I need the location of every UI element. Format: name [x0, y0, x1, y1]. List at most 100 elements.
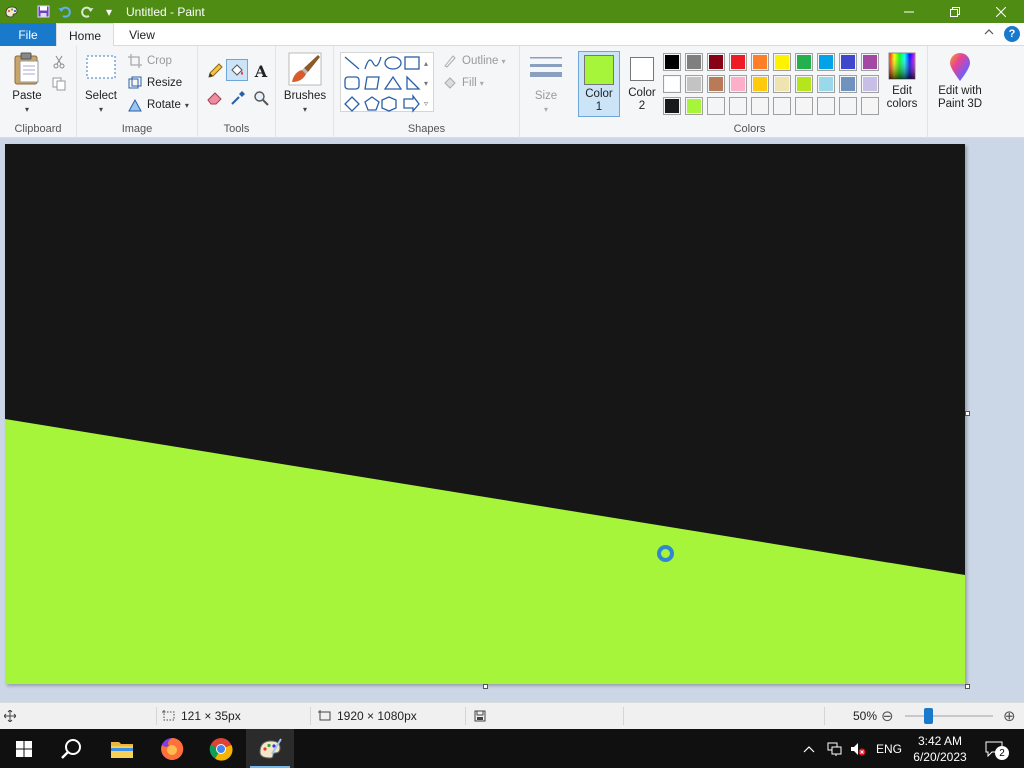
fill-button[interactable]: Fill ▾ [442, 73, 484, 93]
eraser-tool[interactable] [205, 88, 225, 108]
fill-tool[interactable] [226, 59, 248, 81]
palette-swatch[interactable] [817, 53, 835, 71]
network-icon[interactable] [827, 729, 843, 768]
palette-swatch[interactable] [773, 97, 791, 115]
image-group: Select ▾ Crop Resize Rotate ▾ Image [77, 46, 198, 138]
palette-swatch[interactable] [751, 97, 769, 115]
palette-swatch[interactable] [707, 53, 725, 71]
resize-handle-right[interactable] [965, 411, 970, 416]
palette-swatch[interactable] [685, 97, 703, 115]
resize-icon [127, 75, 143, 91]
title-bar: ▾ Untitled - Paint [0, 0, 1024, 23]
input-language[interactable]: ENG [876, 729, 902, 768]
shapes-scroll-up-icon[interactable]: ▴ [424, 54, 428, 74]
palette-swatch[interactable] [707, 75, 725, 93]
shapes-scroll[interactable]: ▴ ▾ ▿ [424, 54, 428, 114]
close-button[interactable] [978, 0, 1024, 23]
crop-button[interactable]: Crop [127, 51, 172, 71]
tab-file[interactable]: File [0, 23, 56, 46]
customize-qat-dropdown[interactable]: ▾ [98, 0, 120, 23]
paste-button[interactable]: Paste ▾ [8, 52, 46, 116]
palette-swatch[interactable] [663, 75, 681, 93]
zoom-slider-thumb[interactable] [924, 708, 933, 724]
restore-button[interactable] [932, 0, 978, 23]
clock[interactable]: 3:42 AM 6/20/2023 [910, 729, 970, 768]
volume-muted-icon[interactable] [850, 729, 866, 768]
firefox-taskbar[interactable] [148, 729, 196, 768]
paint-taskbar[interactable] [246, 729, 294, 768]
show-hidden-icons[interactable] [803, 729, 815, 768]
edit-with-paint3d-button[interactable]: Edit with Paint 3D [932, 52, 988, 111]
palette-swatch[interactable] [861, 75, 879, 93]
palette-swatch[interactable] [861, 53, 879, 71]
text-tool[interactable]: A [251, 61, 271, 81]
palette-swatch[interactable] [795, 53, 813, 71]
minimize-ribbon-icon[interactable] [984, 27, 994, 39]
zoom-out-button[interactable]: ⊖ [881, 703, 894, 729]
paste-label: Paste [12, 90, 42, 102]
outline-label: Outline [462, 55, 499, 67]
minimize-button[interactable] [886, 0, 932, 23]
palette-swatch[interactable] [839, 75, 857, 93]
palette-swatch[interactable] [729, 97, 747, 115]
palette-swatch[interactable] [839, 53, 857, 71]
color2-button[interactable]: Color 2 [622, 51, 662, 113]
drawing-canvas[interactable] [5, 144, 965, 684]
eraser-icon [207, 92, 222, 105]
color-picker-tool[interactable] [228, 88, 248, 108]
palette-swatch-fill [775, 99, 789, 113]
file-explorer-taskbar[interactable] [98, 729, 146, 768]
shapes-scroll-down-icon[interactable]: ▾ [424, 74, 428, 94]
canvas-workspace[interactable] [0, 139, 1024, 702]
search-button[interactable] [48, 729, 96, 768]
palette-swatch[interactable] [795, 97, 813, 115]
undo-icon[interactable] [54, 0, 76, 23]
resize-handle-bottom[interactable] [483, 684, 488, 689]
palette-swatch[interactable] [729, 53, 747, 71]
palette-swatch[interactable] [861, 97, 879, 115]
zoom-slider-track[interactable] [905, 715, 993, 717]
color1-button[interactable]: Color 1 [578, 51, 620, 117]
help-icon[interactable]: ? [1004, 26, 1020, 42]
palette-swatch[interactable] [773, 53, 791, 71]
palette-swatch[interactable] [795, 75, 813, 93]
palette-swatch[interactable] [685, 53, 703, 71]
tab-home[interactable]: Home [56, 23, 114, 47]
rotate-button[interactable]: Rotate ▾ [127, 95, 189, 115]
palette-swatch[interactable] [817, 75, 835, 93]
brushes-button[interactable]: Brushes ▾ [282, 52, 328, 116]
cut-button[interactable] [52, 52, 66, 72]
notification-center[interactable]: 2 [982, 729, 1009, 768]
resize-handle-corner[interactable] [965, 684, 970, 689]
palette-swatch-fill [863, 55, 877, 69]
clipboard-group: Paste ▾ Clipboard [0, 46, 77, 138]
select-button[interactable]: Select ▾ [83, 54, 119, 116]
palette-swatch[interactable] [817, 97, 835, 115]
palette-swatch[interactable] [839, 97, 857, 115]
copy-button[interactable] [52, 74, 66, 94]
palette-swatch[interactable] [729, 75, 747, 93]
palette-swatch[interactable] [751, 75, 769, 93]
tab-view[interactable]: View [114, 23, 170, 46]
palette-swatch[interactable] [773, 75, 791, 93]
magnifier-tool[interactable] [251, 88, 271, 108]
palette-swatch[interactable] [751, 53, 769, 71]
shapes-expand-icon[interactable]: ▿ [424, 94, 428, 114]
palette-swatch[interactable] [663, 97, 681, 115]
pencil-tool[interactable] [205, 61, 225, 81]
edit-colors-button[interactable]: Edit colors [880, 52, 924, 111]
redo-icon[interactable] [76, 0, 98, 23]
size-button[interactable]: Size ▾ [528, 54, 564, 116]
start-button[interactable] [0, 729, 48, 768]
palette-swatch-fill [841, 77, 855, 91]
outline-button[interactable]: Outline ▾ [442, 51, 505, 71]
quick-access-toolbar: ▾ [0, 0, 120, 23]
palette-swatch[interactable] [707, 97, 725, 115]
save-icon[interactable] [32, 0, 54, 23]
paint-app-icon[interactable] [0, 0, 22, 23]
palette-swatch[interactable] [685, 75, 703, 93]
zoom-in-button[interactable]: ⊕ [1003, 703, 1016, 729]
palette-swatch[interactable] [663, 53, 681, 71]
resize-button[interactable]: Resize [127, 73, 182, 93]
chrome-taskbar[interactable] [197, 729, 245, 768]
